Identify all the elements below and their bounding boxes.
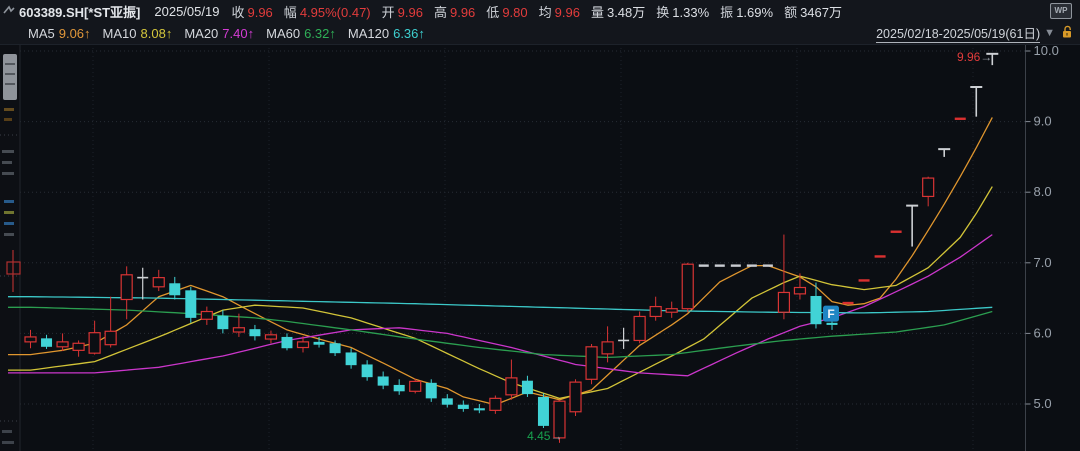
unlock-icon[interactable] <box>1061 25 1074 42</box>
candle-04-18 <box>698 264 709 267</box>
candlestick-chart-canvas[interactable]: 10.09.08.07.06.05.04.45 →9.96 →F <box>0 0 1080 451</box>
ma-value: 6.32↑ <box>304 25 336 41</box>
ma-label: MA20 <box>184 25 219 41</box>
stock-code: 603389.SH[*ST亚振] <box>19 4 141 20</box>
ma-value: 9.06↑ <box>58 25 91 41</box>
quote-field-value: 9.96 <box>397 4 423 20</box>
candle-04-17 <box>681 262 694 313</box>
ma-value: 7.40↑ <box>222 25 255 41</box>
quote-field-label: 振 <box>720 4 734 20</box>
candle-04-22 <box>730 264 741 267</box>
quote-field-3: 高 9.96 <box>434 5 475 20</box>
event-flag-label: F <box>827 307 834 321</box>
quote-field-4: 低 9.80 <box>486 5 527 20</box>
quote-field-label: 换 <box>656 4 670 20</box>
ma-value: 6.36↑ <box>393 25 425 41</box>
quote-field-value: 3467万 <box>800 4 842 20</box>
quote-field-2: 开 9.96 <box>382 5 423 20</box>
ma-legend-bar: MA5 9.06↑ MA10 8.08↑ MA20 7.40↑ MA60 6.32↑ MA120… <box>0 22 1080 45</box>
quote-field-value: 9.80 <box>502 4 528 20</box>
candle-05-15 <box>954 117 966 120</box>
wp-window-icon[interactable]: WP <box>1050 3 1072 19</box>
quote-field-6: 量 3.48万 <box>591 5 645 20</box>
quote-field-9: 额 3467万 <box>784 5 842 20</box>
candle-05-06 <box>842 301 854 305</box>
high-price-label: 9.96 <box>957 50 981 64</box>
quote-field-label: 低 <box>486 4 500 20</box>
quote-field-value: 9.96 <box>554 4 580 20</box>
y-axis-label: 8.0 <box>1034 184 1052 199</box>
quote-field-8: 振 1.69% <box>720 5 773 20</box>
candle-04-23 <box>746 264 757 267</box>
low-arrow-icon: → <box>550 429 562 443</box>
candle-04-14 <box>633 311 646 344</box>
y-axis-label: 7.0 <box>1034 255 1052 270</box>
quote-field-value: 4.95%(0.47) <box>299 4 371 20</box>
quote-field-0: 收 9.96 <box>231 5 272 20</box>
quote-field-7: 换 1.33% <box>656 5 709 20</box>
quote-field-label: 量 <box>590 4 604 20</box>
y-axis-label: 5.0 <box>1034 396 1052 411</box>
candle-05-08 <box>874 255 886 258</box>
ma-value: 8.08↑ <box>140 25 173 41</box>
ma-legend-ma5: MA5 9.06↑ <box>28 26 91 41</box>
chevron-down-icon[interactable]: ▼ <box>1044 27 1055 39</box>
quote-field-5: 均 9.96 <box>539 5 580 20</box>
candle-04-08 <box>569 379 582 417</box>
ma-legend-ma60: MA60 6.32↑ <box>266 26 336 41</box>
candle-04-21 <box>714 264 725 267</box>
low-price-label: 4.45 <box>527 429 551 443</box>
left-panel-edge <box>0 44 20 451</box>
quote-field-label: 均 <box>538 4 552 20</box>
candle-05-09 <box>890 230 902 233</box>
ma-label: MA5 <box>28 25 55 41</box>
quote-field-value: 3.48万 <box>606 4 646 20</box>
y-axis-label: 9.0 <box>1034 114 1052 129</box>
ma-legend-items: MA5 9.06↑ MA10 8.08↑ MA20 7.40↑ MA60 6.32↑ MA120… <box>28 26 437 41</box>
quote-field-label: 高 <box>433 4 447 20</box>
quote-field-value: 9.96 <box>247 4 273 20</box>
ma-label: MA120 <box>347 25 390 41</box>
candle-04-09 <box>585 343 598 385</box>
candle-05-07 <box>858 279 870 282</box>
y-axis-label: 6.0 <box>1034 325 1052 340</box>
quote-field-label: 幅 <box>283 4 297 20</box>
ma-legend-ma20: MA20 7.40↑ <box>184 26 254 41</box>
candle-03-04 <box>185 286 197 323</box>
candle-04-03 <box>537 393 549 429</box>
quote-field-value: 1.33% <box>672 4 710 20</box>
quote-fields: 收 9.96 幅 4.95%(0.47) 开 9.96 高 9.96 低 9.80 均 9.96 量 3.… <box>231 2 853 21</box>
candle-04-24 <box>762 264 773 267</box>
high-arrow-icon: → <box>980 50 992 64</box>
quote-field-value: 9.96 <box>449 4 476 20</box>
stock-chart-window: 10.0 9.0 8.0 7.0 6.0 5.0 4.45 → 9.96 → F 603389.SH… <box>0 0 1080 451</box>
ma-label: MA60 <box>266 25 301 41</box>
quote-field-label: 额 <box>784 4 798 20</box>
quote-header-bar: 603389.SH[*ST亚振] 2025/05/19 收 9.96 幅 4.95%(… <box>0 0 1080 23</box>
app-logo-icon <box>3 5 15 14</box>
ma-legend-ma10: MA10 8.08↑ <box>103 26 173 41</box>
ma-legend-ma120: MA120 6.36↑ <box>348 26 425 41</box>
quote-field-value: 1.69% <box>736 4 774 20</box>
quote-field-label: 开 <box>381 4 395 20</box>
quote-field-label: 收 <box>231 4 245 20</box>
scrollbar-thumb[interactable] <box>3 54 17 100</box>
y-axis-label: 10.0 <box>1034 43 1059 58</box>
quote-field-1: 幅 4.95%(0.47) <box>284 5 371 20</box>
ma-label: MA10 <box>102 25 137 41</box>
quote-date: 2025/05/19 <box>154 3 220 19</box>
date-range-selector[interactable]: 2025/02/18-2025/05/19(61日) <box>876 23 1041 43</box>
